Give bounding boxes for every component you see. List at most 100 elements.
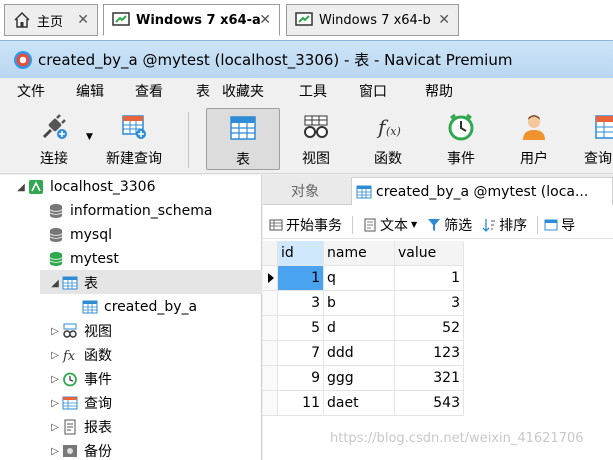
menu-help[interactable]: 帮助 [425,81,453,101]
cell-id[interactable]: 11 [278,391,324,416]
vm-icon [295,11,313,29]
vm-tab-label: Windows 7 x64-b [319,12,431,28]
table-icon [228,113,258,143]
database-open-icon [48,251,64,267]
tree-group-functions[interactable]: ▷ fx 函数 [48,343,112,367]
connect-dropdown-arrow-icon[interactable]: ▼ [86,132,93,142]
collapsed-arrow-icon[interactable]: ▷ [48,446,62,457]
row-indicator [263,316,278,341]
database-label: mytest [70,251,119,267]
tree-group-queries[interactable]: ▷ 查询 [48,391,112,415]
connect-label: 连接 [40,151,68,167]
column-header-value[interactable]: value [395,241,464,266]
navicat-logo-icon [14,50,32,69]
table-button[interactable]: 表 [206,108,280,170]
vm-tab-label: 主页 [37,14,64,30]
cell-value[interactable]: 3 [395,291,464,316]
tree-db-information-schema[interactable]: information_schema [34,199,213,223]
tree-connection[interactable]: ◢ localhost_3306 [14,175,155,199]
tree-db-mysql[interactable]: mysql [34,223,112,247]
cell-id[interactable]: 7 [278,341,324,366]
vm-tab-win7-a[interactable]: Windows 7 x64-a ✕ [103,4,280,36]
vm-tab-home[interactable]: 主页 ✕ [4,4,98,36]
collapsed-arrow-icon[interactable]: ▷ [48,326,62,337]
tree-group-events[interactable]: ▷ 事件 [48,367,112,391]
data-subtoolbar: 开始事务 文本 ▼ 筛选 排序 导 [263,211,613,239]
collapsed-arrow-icon[interactable]: ▷ [48,374,62,385]
menu-bar: 文件 编辑 查看 表 收藏夹 工具 窗口 帮助 [0,78,613,104]
tree-group-tables[interactable]: ◢ 表 [48,271,98,295]
cell-id[interactable]: 9 [278,366,324,391]
collapsed-arrow-icon[interactable]: ▷ [48,350,62,361]
sort-button[interactable]: 排序 [482,215,527,235]
filter-funnel-icon [427,218,441,232]
begin-transaction-button[interactable]: 开始事务 [269,215,342,235]
menu-edit[interactable]: 编辑 [76,81,104,101]
text-dropdown-arrow-icon[interactable]: ▼ [411,220,417,229]
view-button[interactable]: 视图 [290,108,342,170]
close-icon[interactable]: ✕ [77,12,89,28]
close-icon[interactable]: ✕ [259,12,271,28]
cell-name[interactable]: b [324,291,395,316]
event-button[interactable]: 事件 [435,108,487,170]
filter-button[interactable]: 筛选 [427,215,472,235]
menu-tools[interactable]: 工具 [299,81,327,101]
cell-name[interactable]: daet [324,391,395,416]
menu-favorites[interactable]: 收藏夹 [222,81,264,101]
cell-name[interactable]: ddd [324,341,395,366]
cell-value[interactable]: 321 [395,366,464,391]
menu-window[interactable]: 窗口 [359,81,387,101]
main-panel: 对象 created_by_a @mytest (loca... 开始事务 文本… [263,175,613,460]
tree-group-label: 备份 [84,444,112,460]
cell-value[interactable]: 52 [395,316,464,341]
column-header-id[interactable]: id [278,241,324,266]
database-icon [48,227,64,243]
navigation-tree: ◢ localhost_3306 information_schema mysq… [0,175,262,460]
cell-name[interactable]: ggg [324,366,395,391]
tree-group-views[interactable]: ▷ 视图 [48,319,112,343]
new-query-button[interactable]: 新建查询 [98,108,170,170]
user-button[interactable]: 用户 [508,108,560,170]
new-query-label: 新建查询 [106,151,162,167]
row-indicator [263,266,278,291]
connect-button[interactable]: 连接 [28,108,80,170]
tree-table-created-by-a[interactable]: created_by_a [82,295,197,319]
row-indicator [263,366,278,391]
menu-table[interactable]: 表 [196,81,210,101]
collapsed-arrow-icon[interactable]: ▷ [48,398,62,409]
view-glasses-icon [301,112,331,142]
function-button[interactable]: f (x) 函数 [362,108,414,170]
database-icon [48,203,64,219]
tree-group-label: 函数 [84,348,112,364]
window-title-bar: created_by_a @mytest (localhost_3306) - … [0,40,613,78]
cell-id[interactable]: 1 [278,266,324,291]
cell-name[interactable]: q [324,266,395,291]
tree-group-backups[interactable]: ▷ 备份 [48,439,112,460]
close-icon[interactable]: ✕ [438,12,450,28]
cell-value[interactable]: 1 [395,266,464,291]
tab-created-by-a[interactable]: created_by_a @mytest (loca... [351,177,613,205]
document-tabs: 对象 created_by_a @mytest (loca... [263,175,613,205]
subtoolbar-separator [537,215,539,234]
cell-name[interactable]: d [324,316,395,341]
expanded-arrow-icon[interactable]: ◢ [48,278,62,289]
query-button[interactable]: 查询 [584,108,613,170]
text-button[interactable]: 文本 ▼ [363,215,417,235]
view-label: 视图 [302,151,330,167]
column-header-name[interactable]: name [324,241,395,266]
cell-id[interactable]: 5 [278,316,324,341]
vm-tab-win7-b[interactable]: Windows 7 x64-b ✕ [286,4,459,36]
expanded-arrow-icon[interactable]: ◢ [14,182,28,193]
menu-file[interactable]: 文件 [17,81,45,101]
menu-view[interactable]: 查看 [135,81,163,101]
tab-objects[interactable]: 对象 [291,177,319,205]
tree-group-reports[interactable]: ▷ 报表 [48,415,112,439]
import-button[interactable]: 导 [544,215,575,235]
sort-label: 排序 [499,217,528,234]
cell-value[interactable]: 543 [395,391,464,416]
tree-db-mytest[interactable]: mytest [34,247,119,271]
cell-value[interactable]: 123 [395,341,464,366]
collapsed-arrow-icon[interactable]: ▷ [48,422,62,433]
function-icon: fx [62,347,78,364]
cell-id[interactable]: 3 [278,291,324,316]
